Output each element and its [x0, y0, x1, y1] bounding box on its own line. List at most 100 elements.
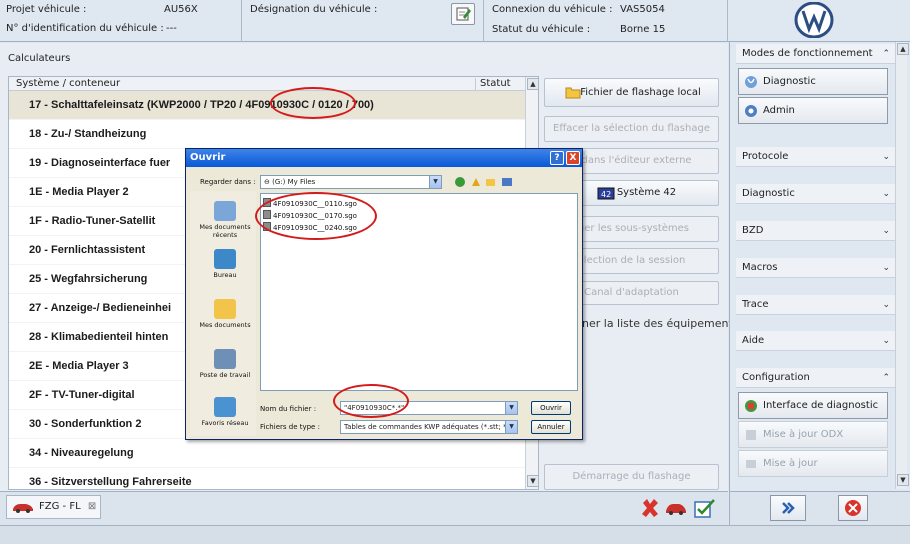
column-header-status[interactable]: Statut	[475, 78, 511, 91]
update-button[interactable]: Mise à jour	[738, 450, 888, 477]
forward-button[interactable]	[770, 495, 806, 521]
system-42-icon: 42	[597, 187, 615, 200]
sidebar-scrollbar[interactable]: ▲ ▼	[895, 42, 909, 489]
start-flash-button[interactable]: Démarrage du flashage	[544, 464, 719, 490]
bzd-header[interactable]: BZD ⌄	[736, 221, 896, 241]
diagnostic-header[interactable]: Diagnostic ⌄	[736, 184, 896, 204]
look-in-label: Regarder dans :	[200, 178, 256, 186]
dialog-toolbar[interactable]	[454, 176, 522, 188]
close-button[interactable]: X	[566, 151, 580, 165]
folder-icon	[565, 87, 581, 99]
modes-header[interactable]: Modes de fonctionnement ⌃	[736, 44, 896, 64]
trace-header[interactable]: Trace ⌄	[736, 295, 896, 315]
scroll-down-icon[interactable]: ▼	[527, 475, 538, 487]
new-folder-icon[interactable]	[486, 179, 495, 186]
system-42-label: Système 42	[616, 187, 677, 198]
view-menu-icon[interactable]	[502, 178, 512, 186]
local-flash-file-button[interactable]: Fichier de flashage local	[544, 78, 719, 107]
place-recent-documents[interactable]: Mes documents récents	[190, 201, 260, 239]
status-bar	[0, 525, 910, 544]
edit-icon	[456, 7, 471, 21]
connection-cell: Connexion du véhicule : VAS5054 Statut d…	[484, 0, 728, 42]
chevron-down-icon[interactable]: ▼	[429, 176, 441, 188]
diagnostic-mode-button[interactable]: Diagnostic	[738, 68, 888, 95]
diagnostic-interface-button[interactable]: Interface de diagnostic	[738, 392, 888, 419]
vehicle-header: Projet véhicule : AU56X N° d'identificat…	[0, 0, 910, 42]
odx-update-button[interactable]: Mise à jour ODX	[738, 421, 888, 448]
place-network[interactable]: Favoris réseau	[190, 397, 260, 427]
place-my-computer[interactable]: Poste de travail	[190, 349, 260, 379]
vin-value: ---	[166, 23, 177, 34]
tab-fzg-fl[interactable]: FZG - FL ⊠	[6, 495, 101, 519]
back-icon[interactable]	[455, 177, 465, 187]
column-header-system[interactable]: Système / conteneur	[16, 78, 120, 89]
admin-mode-label: Admin	[763, 105, 795, 116]
my-computer-icon	[214, 349, 236, 369]
place-my-documents[interactable]: Mes documents	[190, 299, 260, 329]
help-header[interactable]: Aide ⌄	[736, 331, 896, 351]
filetype-select[interactable]: Tables de commandes KWP adéquates (*.stt…	[340, 420, 518, 434]
filetype-value: Tables de commandes KWP adéquates (*.stt…	[344, 423, 507, 431]
ecu-row[interactable]: 36 - Sitzverstellung Fahrerseite	[9, 468, 525, 489]
chevron-down-icon: ⌄	[882, 263, 890, 273]
dialog-title: Ouvrir	[190, 152, 226, 163]
ecu-row[interactable]: 18 - Zu-/ Standheizung	[9, 120, 525, 149]
sidebar-bottom-bar	[729, 491, 910, 525]
update-label: Mise à jour	[763, 458, 818, 469]
checkbox-icon[interactable]	[694, 498, 716, 518]
sidebar-scroll-down-icon[interactable]: ▼	[897, 474, 909, 486]
protocol-label: Protocole	[742, 151, 789, 162]
bottom-toolbar	[0, 491, 728, 525]
macros-header[interactable]: Macros ⌄	[736, 258, 896, 278]
help-label: Aide	[742, 335, 765, 346]
admin-mode-button[interactable]: Admin	[738, 97, 888, 124]
chevron-down-icon[interactable]: ▼	[505, 421, 517, 433]
double-chevron-right-icon	[782, 502, 795, 514]
place-desktop-label: Bureau	[213, 271, 237, 279]
tab-close-icon[interactable]: ⊠	[88, 501, 96, 512]
diagnostic-mode-label: Diagnostic	[763, 76, 816, 87]
place-network-label: Favoris réseau	[201, 419, 249, 427]
protocol-header[interactable]: Protocole ⌄	[736, 147, 896, 167]
open-button[interactable]: Ouvrir	[531, 401, 571, 415]
chevron-down-icon[interactable]: ▼	[505, 402, 517, 414]
ecu-row-17[interactable]: 17 - Schalttafeleinsatz (KWP2000 / TP20 …	[9, 91, 525, 120]
designation-cell: Désignation du véhicule :	[242, 0, 484, 42]
svg-text:42: 42	[601, 190, 611, 199]
clear-flash-selection-button[interactable]: Effacer la sélection du flashage	[544, 116, 719, 142]
equipment-list-label[interactable]: ner la liste des équipements	[582, 317, 738, 330]
vin-label: N° d'identification du véhicule :	[6, 23, 164, 34]
annotation-circle-part-number	[270, 87, 356, 119]
cancel-button[interactable]: Annuler	[531, 420, 571, 434]
sidebar: Modes de fonctionnement ⌃ Diagnostic Admi…	[729, 42, 910, 492]
modes-label: Modes de fonctionnement	[742, 48, 873, 59]
up-folder-icon[interactable]	[472, 178, 480, 186]
recent-documents-icon	[214, 201, 236, 221]
car-icon	[13, 504, 33, 513]
desktop-icon	[214, 249, 236, 269]
my-documents-icon	[214, 299, 236, 319]
configuration-header[interactable]: Configuration ⌃	[736, 368, 896, 388]
place-desktop[interactable]: Bureau	[190, 249, 260, 279]
edit-designation-button[interactable]	[451, 3, 475, 25]
sidebar-scroll-up-icon[interactable]: ▲	[897, 43, 909, 55]
annotation-circle-filename	[333, 384, 409, 418]
interface-icon	[745, 400, 757, 412]
look-in-select[interactable]: ⊖ (G:) My Files ▼	[260, 175, 442, 189]
local-flash-file-label: Fichier de flashage local	[580, 87, 701, 98]
delete-x-icon[interactable]	[640, 498, 660, 518]
project-label: Projet véhicule :	[6, 4, 87, 15]
help-button[interactable]: ?	[550, 151, 564, 165]
scroll-up-icon[interactable]: ▲	[527, 78, 538, 90]
trace-label: Trace	[742, 299, 769, 310]
exit-button[interactable]	[838, 495, 868, 521]
filetype-label: Fichiers de type :	[260, 423, 320, 431]
annotation-circle-files	[255, 192, 377, 240]
car-red-icon[interactable]	[664, 500, 688, 516]
dialog-titlebar[interactable]: Ouvrir ? X	[186, 149, 582, 167]
macros-label: Macros	[742, 262, 778, 273]
drive-icon: ⊖	[264, 178, 273, 186]
vehicle-status-value: Borne 15	[620, 24, 666, 35]
chevron-down-icon: ⌄	[882, 226, 890, 236]
ecu-row[interactable]: 34 - Niveauregelung	[9, 439, 525, 468]
